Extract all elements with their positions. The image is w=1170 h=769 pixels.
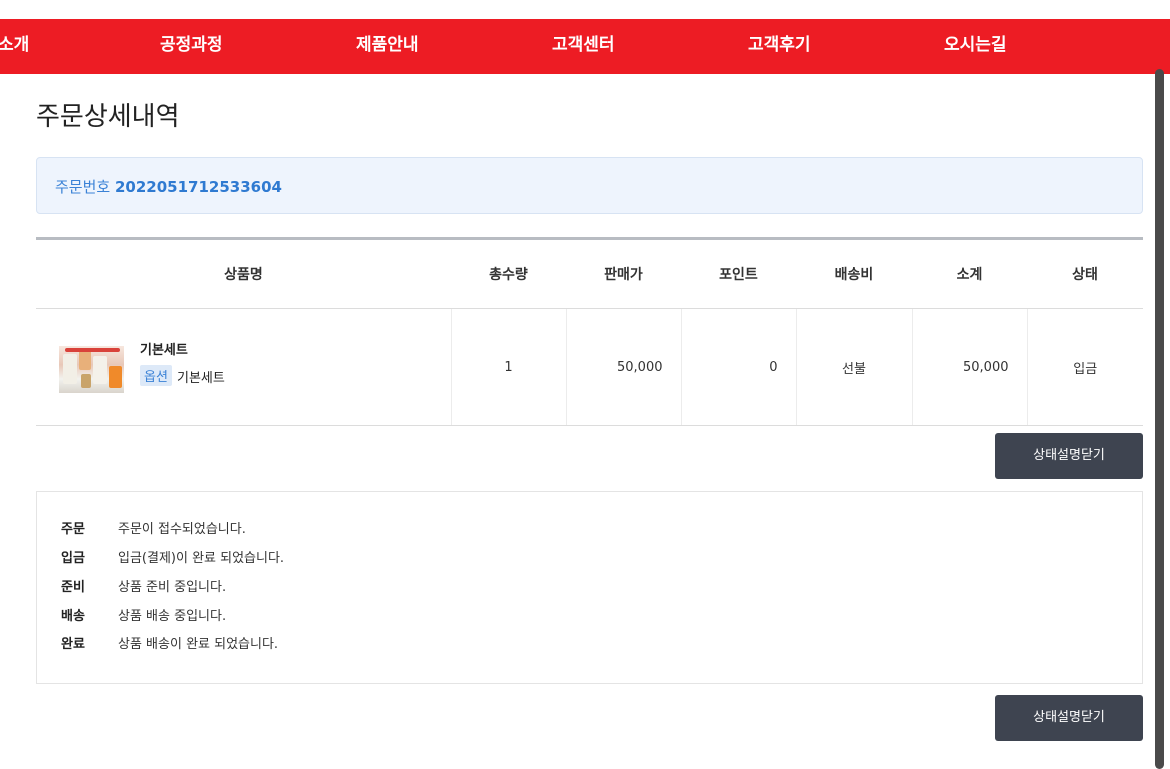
status-key: 배송	[61, 609, 85, 624]
order-number-row: 주문번호 2022051712533604	[55, 176, 282, 197]
top-nav: 소개 공정과정 제품안내 고객센터 고객후기 오시는길	[0, 19, 1170, 74]
status-text: 상품 준비 중입니다.	[118, 580, 227, 595]
nav-item-directions[interactable]: 오시는길	[944, 19, 1007, 74]
scrollbar-thumb[interactable]	[1155, 69, 1164, 769]
status-desc-row: 준비 상품 준비 중입니다.	[61, 576, 226, 595]
nav-item-about[interactable]: 소개	[0, 19, 29, 74]
nav-item-products[interactable]: 제품안내	[356, 19, 419, 74]
table-header-row: 상품명 총수량 판매가 포인트 배송비 소계 상태	[36, 237, 1143, 309]
option-badge: 옵션	[140, 365, 172, 386]
subtotal-cell: 50,000	[911, 308, 1027, 426]
header-subtotal: 소계	[912, 237, 1027, 309]
shipping-cell: 선불	[795, 308, 912, 426]
option-value: 기본세트	[177, 371, 225, 386]
order-number-label: 주문번호	[55, 178, 111, 196]
status-text: 상품 배송 중입니다.	[118, 609, 227, 624]
status-cell: 입금	[1026, 308, 1143, 426]
nav-item-process[interactable]: 공정과정	[160, 19, 223, 74]
product-thumbnail[interactable]	[59, 346, 124, 393]
header-quantity: 총수량	[451, 237, 566, 309]
status-desc-row: 배송 상품 배송 중입니다.	[61, 605, 226, 624]
product-name[interactable]: 기본세트	[140, 339, 188, 358]
quantity-cell: 1	[450, 308, 566, 426]
nav-item-reviews[interactable]: 고객후기	[748, 19, 811, 74]
status-key: 입금	[61, 551, 85, 566]
header-status: 상태	[1027, 237, 1143, 309]
close-status-desc-button[interactable]: 상태설명닫기	[995, 433, 1143, 479]
header-point: 포인트	[681, 237, 796, 309]
page-title: 주문상세내역	[36, 102, 180, 132]
order-number-box: 주문번호 2022051712533604	[36, 157, 1143, 214]
status-key: 완료	[61, 637, 85, 652]
status-key: 준비	[61, 580, 85, 595]
point-cell: 0	[680, 308, 796, 426]
product-cell: 기본세트 옵션 기본세트	[36, 308, 451, 426]
nav-item-support[interactable]: 고객센터	[552, 19, 615, 74]
status-key: 주문	[61, 522, 85, 537]
close-status-desc-button-bottom[interactable]: 상태설명닫기	[995, 695, 1143, 741]
order-number-value: 2022051712533604	[114, 178, 282, 196]
status-desc-row: 입금 입금(결제)이 완료 되었습니다.	[61, 547, 284, 566]
order-items-table: 상품명 총수량 판매가 포인트 배송비 소계 상태 기본세트 옵션 기본세트 1…	[36, 237, 1143, 426]
header-price: 판매가	[566, 237, 681, 309]
price-cell: 50,000	[565, 308, 681, 426]
status-desc-row: 주문 주문이 접수되었습니다.	[61, 518, 246, 537]
status-description-box: 주문 주문이 접수되었습니다. 입금 입금(결제)이 완료 되었습니다. 준비 상품 …	[36, 491, 1143, 684]
status-text: 상품 배송이 완료 되었습니다.	[118, 637, 279, 652]
status-text: 입금(결제)이 완료 되었습니다.	[118, 551, 285, 566]
status-text: 주문이 접수되었습니다.	[118, 522, 246, 537]
header-shipping: 배송비	[796, 237, 912, 309]
header-product-name: 상품명	[36, 237, 451, 309]
table-row: 기본세트 옵션 기본세트 1 50,000 0 선불 50,000 입금	[36, 308, 1143, 426]
scrollbar[interactable]	[1152, 19, 1170, 769]
status-desc-row: 완료 상품 배송이 완료 되었습니다.	[61, 633, 278, 652]
